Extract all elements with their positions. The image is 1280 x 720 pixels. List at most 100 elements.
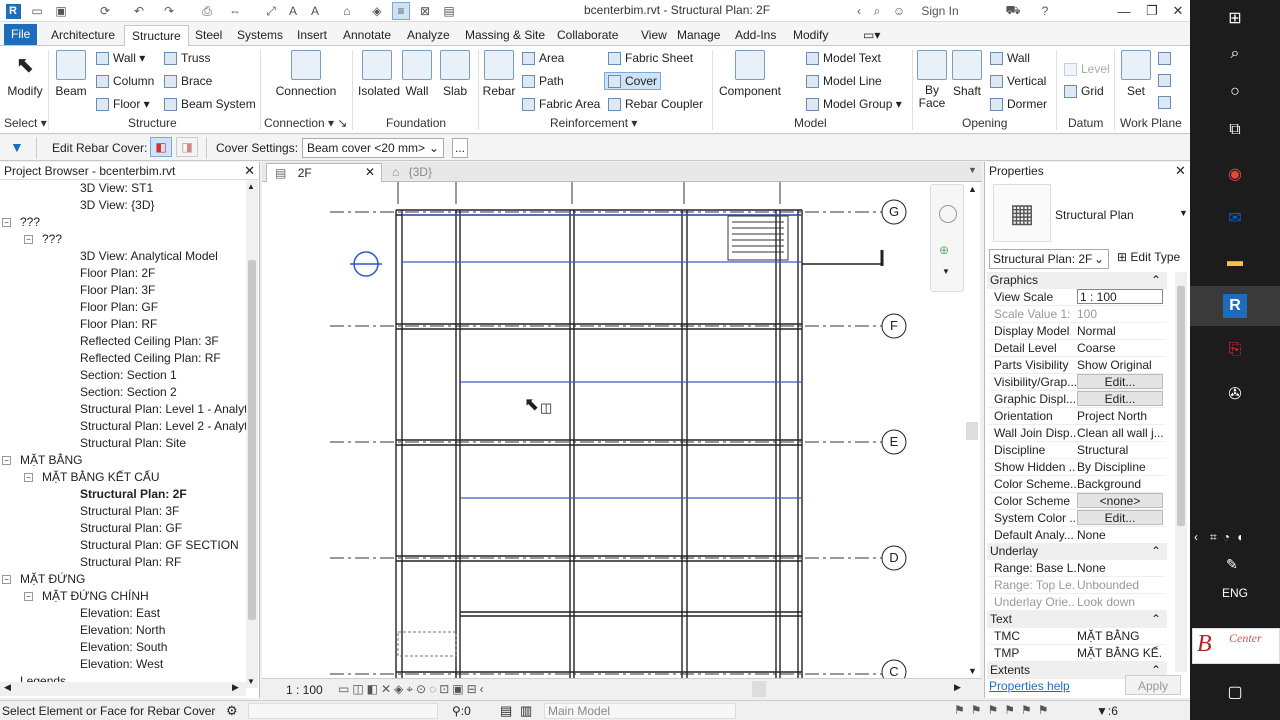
tree-item[interactable]: Floor Plan: GF — [80, 300, 158, 314]
property-row[interactable]: Discipline Structural — [989, 442, 1165, 459]
property-row[interactable]: View Scale 1 : 100 — [989, 289, 1165, 306]
tabs-menu-icon[interactable]: ▼ — [968, 165, 977, 175]
tray-icons[interactable]: ⌗◔◖ — [1210, 530, 1249, 545]
language-indicator[interactable]: ENG — [1222, 586, 1248, 600]
minimize-button[interactable]: — — [1110, 0, 1138, 22]
browser-hscrollbar[interactable]: ◀ ▶ — [0, 682, 246, 696]
pick-face-icon[interactable]: ◨ — [176, 137, 198, 157]
property-edit-button[interactable]: Edit... — [1077, 510, 1163, 525]
group-underlay[interactable]: Underlay ⌃ — [987, 543, 1167, 560]
tree-item[interactable]: Reflected Ceiling Plan: RF — [80, 351, 221, 365]
beam-button[interactable]: Beam — [54, 50, 88, 98]
rebar-coupler-button[interactable]: Rebar Coupler — [608, 97, 703, 111]
tree-item[interactable]: Structural Plan: Level 2 - Analytic — [80, 419, 256, 433]
brace-button[interactable]: Brace — [164, 74, 212, 88]
property-row[interactable]: Wall Join Disp... Clean all wall j... — [989, 425, 1165, 442]
property-row[interactable]: Display Model Normal — [989, 323, 1165, 340]
tab-view-3d[interactable]: ⌂ {3D} — [384, 163, 464, 182]
exclude-options-icon[interactable]: ▥ — [520, 703, 532, 719]
design-options-icon[interactable]: ▤ — [500, 703, 512, 719]
truss-button[interactable]: Truss — [164, 51, 211, 65]
tree-item[interactable]: Structural Plan: Site — [80, 436, 186, 450]
property-row[interactable]: Color Scheme <none> — [989, 493, 1165, 510]
property-row[interactable]: Underlay Orie... Look down — [989, 594, 1165, 611]
tab-systems[interactable]: Systems — [230, 25, 290, 46]
workset-select[interactable] — [248, 703, 438, 719]
group-graphics[interactable]: Graphics ⌃ — [987, 272, 1167, 289]
modify-button[interactable]: ⬉ Modify — [6, 50, 44, 98]
tree-item[interactable]: 3D View: Analytical Model — [80, 249, 218, 263]
column-button[interactable]: Column — [96, 74, 154, 88]
property-row[interactable]: Range: Top Le... Unbounded — [989, 577, 1165, 594]
tab-insert[interactable]: Insert — [290, 25, 334, 46]
dormer-button[interactable]: Dormer — [990, 97, 1047, 111]
connection-button[interactable]: Connection — [274, 50, 338, 98]
property-row[interactable]: Show Hidden ... By Discipline — [989, 459, 1165, 476]
redo-icon[interactable]: ↷ — [160, 2, 178, 20]
align-icon[interactable]: ⤢ — [262, 2, 280, 20]
tab-view[interactable]: View — [634, 25, 674, 46]
3d-view-icon[interactable]: ⌂ — [338, 2, 356, 20]
tree-item[interactable]: Structural Plan: 2F — [80, 487, 187, 501]
area-button[interactable]: Area — [522, 51, 564, 65]
tree-item[interactable]: ??? — [20, 215, 40, 229]
properties-help-link[interactable]: Properties help — [989, 679, 1070, 693]
grid-label-e[interactable]: E — [888, 434, 900, 449]
ribbon-options-icon[interactable]: ▭▾ — [856, 25, 887, 46]
restore-button[interactable]: ❐ — [1138, 0, 1166, 22]
property-row[interactable]: System Color ... Edit... — [989, 510, 1165, 527]
print-icon[interactable]: ⎙ — [198, 2, 216, 20]
binoculars-icon[interactable]: ⌕ — [868, 2, 886, 20]
tree-item[interactable]: MẶT ĐỨNG — [20, 572, 85, 586]
measure-icon[interactable]: ⇔ — [226, 2, 244, 20]
browser-scroll-thumb[interactable] — [248, 260, 256, 620]
group-text[interactable]: Text ⌃ — [987, 611, 1167, 628]
set-work-plane-button[interactable]: Set — [1120, 50, 1152, 98]
switch-windows-icon[interactable]: ▤ — [440, 2, 458, 20]
tab-view-2f[interactable]: ▤ 2F ✕ — [266, 163, 382, 182]
worksets-icon[interactable]: ⚙ — [226, 703, 238, 719]
windows-start-icon[interactable]: ⊞ — [1223, 6, 1247, 30]
property-row[interactable]: Detail Level Coarse — [989, 340, 1165, 357]
pen-icon[interactable]: ✎ — [1226, 556, 1238, 573]
close-hidden-icon[interactable]: ⊠ — [416, 2, 434, 20]
cortana-icon[interactable]: ○ — [1223, 80, 1247, 104]
drawing-canvas[interactable]: G F E D C ⬉ ◫ ⊕ ▼ ▲ ▼ — [262, 182, 980, 678]
search-chevron-icon[interactable]: ‹ — [852, 2, 866, 20]
file-explorer-icon[interactable]: ▬ — [1223, 250, 1247, 274]
property-row[interactable]: Default Analy... None — [989, 527, 1165, 544]
tree-item[interactable]: Elevation: East — [80, 606, 160, 620]
close-tab-icon[interactable]: ✕ — [365, 165, 375, 179]
close-properties-icon[interactable]: ✕ — [1175, 163, 1186, 179]
text-icon[interactable]: A — [284, 2, 302, 20]
edit-type-button[interactable]: ⊞ Edit Type — [1117, 250, 1180, 264]
rebar-button[interactable]: Rebar — [482, 50, 516, 98]
property-row[interactable]: Color Scheme... Background — [989, 476, 1165, 493]
tray-chevron-icon[interactable]: ‹ — [1194, 530, 1198, 544]
sync-icon[interactable]: ⟳ — [96, 2, 114, 20]
type-selector[interactable]: ▦ Structural Plan ▼ — [989, 182, 1188, 244]
tree-item[interactable]: Reflected Ceiling Plan: 3F — [80, 334, 219, 348]
cart-icon[interactable]: ⛟ — [1004, 2, 1022, 20]
tree-item[interactable]: MẶT BẰNG KẾT CẤU — [42, 470, 160, 484]
scroll-right-icon[interactable]: ▶ — [232, 682, 239, 693]
save-icon[interactable]: ▣ — [52, 2, 70, 20]
property-edit-button[interactable]: Edit... — [1077, 391, 1163, 406]
scroll-down-icon[interactable]: ▼ — [247, 677, 255, 686]
tree-item[interactable]: Structural Plan: RF — [80, 555, 181, 569]
tree-item[interactable]: Structural Plan: Level 1 - Analytic — [80, 402, 256, 416]
tree-expander-icon[interactable]: − — [2, 456, 11, 465]
foundation-wall-button[interactable]: Wall — [402, 50, 432, 98]
grid-label-g[interactable]: G — [888, 204, 900, 219]
media-icon[interactable]: ✇ — [1223, 382, 1247, 406]
section-icon[interactable]: ◈ — [368, 2, 386, 20]
property-row[interactable]: Visibility/Grap... Edit... — [989, 374, 1165, 391]
tree-expander-icon[interactable]: − — [24, 473, 33, 482]
beam-system-button[interactable]: Beam System — [164, 97, 256, 111]
tree-item[interactable]: Structural Plan: GF — [80, 521, 182, 535]
tab-steel[interactable]: Steel — [188, 25, 229, 46]
tree-item[interactable]: Elevation: South — [80, 640, 167, 654]
tree-expander-icon[interactable]: − — [24, 592, 33, 601]
property-row[interactable]: Range: Base L... None — [989, 560, 1165, 577]
help-icon[interactable]: ? — [1036, 2, 1054, 20]
